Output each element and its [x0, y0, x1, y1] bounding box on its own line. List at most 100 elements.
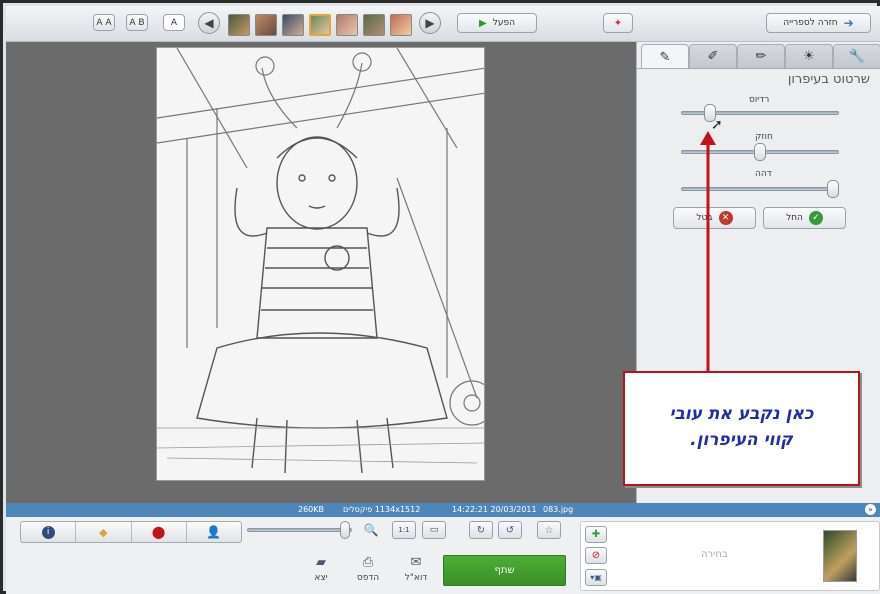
callout-line-1: כאן נקבע את עובי [669, 404, 814, 424]
thumbnail-1[interactable] [228, 14, 250, 36]
person-icon: 👤 [206, 525, 222, 539]
email-label: דוא"ל [404, 573, 428, 583]
effects-button[interactable]: ✦ [603, 13, 633, 33]
tab-brush[interactable]: ✏ [737, 44, 785, 68]
back-to-library-button[interactable]: חזרה לספרייה ➔ [766, 13, 871, 33]
export-label: יצא [314, 573, 328, 583]
tab-pencil-sketch[interactable]: ✎ [641, 44, 689, 69]
font-a-label: A [170, 17, 178, 28]
strength-label: חוזק [755, 132, 773, 142]
app-window: A A A B A ◀ ▶ ▶ הפעל ✦ חזרה לספרייה ➔ ✎ … [0, 0, 880, 594]
location-button[interactable]: ⬤ [132, 522, 187, 542]
play-slideshow-button[interactable]: ▶ הפעל [457, 13, 537, 33]
people-button[interactable]: 👤 [187, 522, 241, 542]
back-to-library-label: חזרה לספרייה [783, 18, 838, 28]
thumbnail-6[interactable] [363, 14, 385, 36]
brush-icon: ✏ [755, 49, 767, 64]
tags-button[interactable]: ◆ [76, 522, 132, 542]
apply-label: החל [786, 213, 803, 223]
checkmark-icon: ✓ [808, 211, 823, 225]
thumbnail-5[interactable] [336, 14, 358, 36]
envelope-icon: ✉ [410, 555, 422, 570]
wrench-icon: 🔧 [848, 49, 866, 64]
fade-label: דהה [755, 169, 772, 179]
rotate-right-button[interactable]: ↻ [469, 521, 493, 539]
email-button[interactable]: ✉ דוא"ל [396, 555, 436, 583]
tray-menu-button[interactable]: ▾▣ [585, 569, 607, 586]
apply-button[interactable]: החל ✓ [763, 207, 846, 229]
play-label: הפעל [492, 18, 515, 28]
image-dimensions: 1134x1512 פיקסלים [343, 505, 421, 514]
tray-clear-button[interactable]: ⊘ [585, 547, 607, 564]
printer-icon: ⎙ [362, 555, 374, 570]
selection-tray: ✚ ⊘ ▾▣ בחירה [580, 521, 880, 591]
tab-adjust[interactable]: ☀ [785, 44, 833, 68]
photo-canvas [6, 42, 636, 503]
export-button[interactable]: ▰ יצא [301, 555, 341, 583]
rotate-right-icon: ↻ [476, 524, 486, 536]
fit-window-button[interactable]: ▭ [422, 521, 446, 539]
star-button[interactable]: ☆ [537, 521, 561, 539]
annotation-callout: כאן נקבע את עובי קווי העיפרון. [623, 371, 860, 486]
info-icon: i [41, 525, 55, 539]
tray-add-button[interactable]: ✚ [585, 526, 607, 543]
rotate-left-icon: ↺ [505, 524, 515, 536]
next-arrow-icon[interactable]: ▶ [419, 12, 441, 34]
font-size-ab-button[interactable]: A B [126, 14, 148, 31]
info-icon-bar: i ◆ ⬤ 👤 [20, 521, 242, 543]
file-size: 260KB [298, 505, 325, 514]
tray-dropdown-icon: ▾▣ [590, 573, 602, 582]
print-button[interactable]: ⎙ הדפס [348, 555, 388, 583]
panel-title: שרטוט בעיפרון [787, 72, 870, 87]
thumbnail-7[interactable] [390, 14, 412, 36]
sketch-icon: ✎ [659, 49, 671, 65]
image-datetime: 14:22:21 20/03/2011 [452, 505, 537, 514]
file-name: 083.jpg [543, 505, 574, 514]
tray-placeholder: בחירה [701, 549, 728, 560]
status-bar: 260KB 1134x1512 פיקסלים 14:22:21 20/03/2… [6, 503, 880, 517]
tray-thumbnail[interactable] [823, 530, 857, 582]
thumbnail-4-selected[interactable] [309, 14, 331, 36]
expand-icon[interactable]: » [865, 504, 876, 515]
panel-tabs: ✎ ✐ ✏ ☀ 🔧 [637, 44, 880, 69]
effects-icon: ✐ [707, 49, 719, 64]
actual-size-label: 1:1 [398, 526, 410, 534]
thumbnail-3[interactable] [282, 14, 304, 36]
arrow-right-icon: ➔ [843, 16, 854, 30]
fade-slider-handle[interactable] [827, 180, 839, 198]
bottom-toolbar: i ◆ ⬤ 👤 🔍 1:1 ▭ ↻ ↺ ☆ שתף ✉ דוא"ל ⎙ הדפס ▰… [6, 517, 880, 594]
font-aa-label: A A [96, 17, 112, 28]
zoom-icon: 🔍 [363, 523, 379, 537]
pencil-sketch-photo [156, 47, 485, 481]
zoom-slider[interactable] [247, 528, 352, 532]
font-ab-label: A B [129, 17, 145, 28]
tag-icon: ◆ [99, 525, 108, 539]
font-size-aa-button[interactable]: A A [93, 14, 115, 31]
thumbnail-2[interactable] [255, 14, 277, 36]
folder-icon: ▰ [316, 555, 326, 570]
tab-effects[interactable]: ✐ [689, 44, 737, 68]
previous-arrow-icon[interactable]: ◀ [198, 12, 220, 34]
callout-line-2: קווי העיפרון. [690, 430, 793, 450]
strength-slider-handle[interactable] [754, 143, 766, 161]
play-icon: ▶ [479, 17, 487, 29]
zoom-slider-handle[interactable] [340, 521, 350, 539]
share-label: שתף [494, 565, 515, 576]
annotation-arrow [700, 131, 716, 373]
share-button[interactable]: שתף [443, 555, 566, 586]
top-toolbar: A A A B A ◀ ▶ ▶ הפעל ✦ חזרה לספרייה ➔ [6, 6, 880, 42]
magic-wand-icon: ✦ [613, 17, 623, 29]
sketch-image [157, 48, 484, 480]
font-size-a-button[interactable]: A [163, 14, 185, 31]
tab-tools[interactable]: 🔧 [833, 44, 880, 68]
rotate-left-button[interactable]: ↺ [498, 521, 522, 539]
info-button[interactable]: i [21, 522, 77, 542]
actual-size-button[interactable]: 1:1 [392, 521, 416, 539]
radius-label: רדיוס [749, 95, 770, 105]
print-label: הדפס [356, 573, 380, 583]
pin-icon: ✚ [591, 529, 601, 540]
zoom-fit-button[interactable]: 🔍 [359, 521, 383, 539]
sun-icon: ☀ [803, 49, 815, 64]
star-icon: ☆ [544, 524, 554, 536]
no-icon: ⊘ [591, 550, 601, 561]
